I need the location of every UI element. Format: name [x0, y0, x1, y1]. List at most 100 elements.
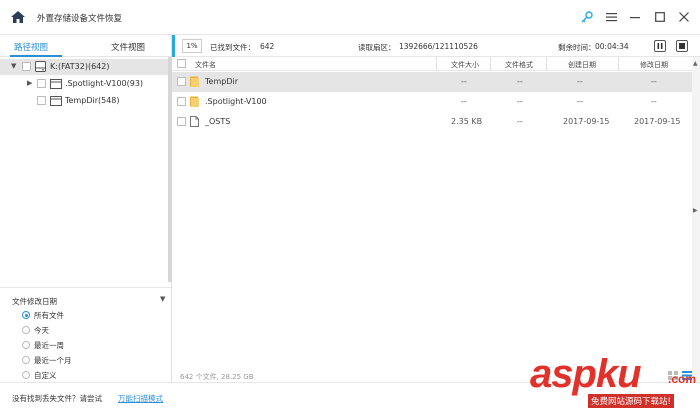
- watermark-main: aspku: [530, 352, 642, 396]
- tree-item-label: K:(FAT32)(642): [50, 62, 110, 71]
- watermark-subtitle: 免费网站源码下载站!: [588, 394, 674, 408]
- chevron-right-icon[interactable]: ▶: [27, 79, 32, 87]
- close-icon: [679, 12, 689, 22]
- file-modified: --: [651, 77, 657, 86]
- drive-icon: [35, 61, 46, 72]
- read-value: 1392666/121110526: [399, 42, 478, 51]
- column-header-name[interactable]: 文件名: [195, 60, 216, 70]
- folder-outline-icon: [50, 79, 62, 89]
- radio-button[interactable]: [22, 326, 30, 334]
- radio-button[interactable]: [22, 341, 30, 349]
- tree-item-spotlight[interactable]: ▶ .Spotlight-V100(93): [0, 76, 168, 92]
- radio-button[interactable]: [22, 356, 30, 364]
- folder-outline-icon: [50, 96, 62, 106]
- filter-option-label: 所有文件: [34, 311, 64, 320]
- menu-button[interactable]: [604, 10, 618, 24]
- tree-checkbox[interactable]: [37, 96, 46, 105]
- file-format: --: [517, 97, 523, 106]
- chevron-down-icon[interactable]: ▼: [160, 295, 165, 303]
- maximize-icon: [655, 12, 665, 22]
- watermark-logo: aspku .com 免费网站源码下载站!: [530, 354, 700, 410]
- right-panel: 1% 已找到文件： 642 读取扇区： 1392666/121110526 剩余…: [172, 35, 700, 382]
- column-header-created[interactable]: 创建日期: [568, 60, 596, 70]
- remaining-value: 00:04:34: [595, 42, 629, 51]
- file-size: 2.35 KB: [451, 117, 483, 126]
- filter-option-label: 最近一周: [34, 341, 64, 350]
- maximize-button[interactable]: [653, 10, 667, 24]
- right-scrollbar[interactable]: ▲ ▶: [692, 57, 700, 382]
- file-created: --: [577, 97, 583, 106]
- scroll-up-icon[interactable]: ▲: [693, 60, 698, 67]
- file-format: --: [517, 117, 523, 126]
- filter-option-label: 自定义: [34, 371, 57, 380]
- file-name: .Spotlight-V100: [205, 97, 267, 106]
- file-name: TempDir: [205, 77, 238, 86]
- scan-status-bar: 1% 已找到文件： 642 读取扇区： 1392666/121110526 剩余…: [172, 35, 700, 57]
- minimize-button[interactable]: [628, 10, 642, 24]
- tree-checkbox[interactable]: [22, 62, 31, 71]
- table-header: 文件名 文件大小 文件格式 创建日期 修改日期: [172, 57, 692, 71]
- folder-icon: [190, 96, 199, 107]
- key-icon: [581, 11, 593, 23]
- date-filter: 文件修改日期 ▼ 所有文件 今天 最近一周 最近一个月 自定义: [0, 287, 171, 382]
- row-checkbox[interactable]: [177, 97, 186, 106]
- file-icon: [190, 116, 199, 127]
- file-created: 2017-09-15: [563, 117, 610, 126]
- column-header-format[interactable]: 文件格式: [505, 60, 533, 70]
- column-header-size[interactable]: 文件大小: [451, 60, 479, 70]
- table-row[interactable]: _OSTS 2.35 KB -- 2017-09-15 2017-09-15: [172, 112, 692, 132]
- result-summary: 642 个文件, 28.25 GB: [180, 373, 254, 381]
- file-format: --: [517, 77, 523, 86]
- radio-button[interactable]: [22, 311, 30, 319]
- filter-option-label: 今天: [34, 326, 49, 335]
- filter-title: 文件修改日期: [12, 297, 57, 306]
- column-divider: [618, 57, 619, 71]
- table-row[interactable]: .Spotlight-V100 -- -- -- --: [172, 92, 692, 112]
- view-tabs: 路径视图 文件视图: [0, 35, 172, 57]
- close-button[interactable]: [677, 10, 691, 24]
- minimize-icon: [630, 17, 640, 19]
- file-size: --: [461, 97, 467, 106]
- tab-path-view[interactable]: 路径视图: [14, 41, 48, 53]
- key-button[interactable]: [580, 10, 594, 24]
- file-name: _OSTS: [205, 117, 231, 126]
- progress-accent: [172, 35, 175, 57]
- left-panel: 路径视图 文件视图 ▼ K:(FAT32)(642) ▶ .Spotlight-…: [0, 35, 172, 382]
- remaining-label: 剩余时间：: [558, 43, 596, 52]
- menu-icon: [605, 13, 617, 22]
- stop-button[interactable]: [676, 40, 688, 52]
- column-divider: [490, 57, 491, 71]
- radio-button[interactable]: [22, 371, 30, 379]
- column-divider: [436, 57, 437, 71]
- column-header-modified[interactable]: 修改日期: [640, 60, 668, 70]
- file-modified: --: [651, 97, 657, 106]
- select-all-checkbox[interactable]: [177, 59, 186, 68]
- found-label: 已找到文件：: [210, 43, 255, 52]
- window-title: 外置存储设备文件恢复: [37, 14, 123, 24]
- pause-button[interactable]: [654, 40, 666, 52]
- row-checkbox[interactable]: [177, 77, 186, 86]
- tree-item-drive[interactable]: ▼ K:(FAT32)(642): [0, 59, 168, 75]
- deep-scan-link[interactable]: 万能扫描模式: [118, 393, 163, 404]
- progress-percent: 1%: [182, 39, 202, 53]
- chevron-down-icon[interactable]: ▼: [11, 62, 16, 70]
- read-label: 读取扇区：: [358, 43, 396, 52]
- found-value: 642: [260, 42, 275, 51]
- row-checkbox[interactable]: [177, 117, 186, 126]
- tree-item-label: .Spotlight-V100(93): [65, 79, 144, 88]
- table-row[interactable]: TempDir -- -- -- --: [172, 72, 692, 92]
- watermark-suffix: .com: [668, 372, 697, 386]
- home-icon[interactable]: [11, 11, 25, 23]
- active-tab-indicator: [10, 55, 62, 57]
- filter-option-label: 最近一个月: [34, 356, 72, 365]
- tab-file-view[interactable]: 文件视图: [111, 41, 145, 53]
- tree-checkbox[interactable]: [37, 79, 46, 88]
- file-modified: 2017-09-15: [634, 117, 681, 126]
- stop-icon: [679, 43, 685, 49]
- scroll-right-icon[interactable]: ▶: [693, 207, 698, 214]
- tree-item-tempdir[interactable]: TempDir(548): [0, 93, 168, 109]
- folder-icon: [190, 76, 199, 87]
- pause-icon: [657, 43, 663, 49]
- tree-item-label: TempDir(548): [65, 96, 120, 105]
- title-bar: 外置存储设备文件恢复: [0, 0, 700, 35]
